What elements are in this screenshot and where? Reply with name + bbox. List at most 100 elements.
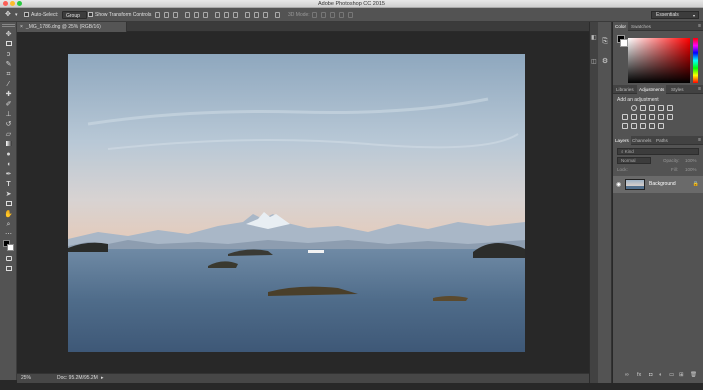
layer-background[interactable]: ◉ Background 🔒 [613, 176, 703, 193]
link-layers-icon[interactable]: ∞ [625, 372, 629, 378]
layer-filter-input[interactable]: ⌕ Kind [617, 148, 699, 155]
distribute-left-icon[interactable] [245, 12, 250, 18]
move-tool-icon[interactable]: ✥ [5, 8, 11, 22]
delete-layer-icon[interactable]: 🗑 [690, 372, 697, 378]
layer-style-icon[interactable]: fx [637, 372, 641, 378]
marquee-tool-icon[interactable] [4, 41, 13, 49]
tab-layers[interactable]: Layers [613, 136, 631, 145]
blend-mode-dropdown[interactable]: Normal [617, 157, 651, 164]
history-panel-icon[interactable]: ◧ [591, 34, 597, 41]
tab-adjustments[interactable]: Adjustments [637, 85, 667, 94]
lock-icon[interactable]: 🔒 [693, 181, 699, 187]
color-background-swatch[interactable] [620, 39, 628, 47]
layer-mask-icon[interactable]: ◘ [649, 372, 652, 378]
screen-mode-icon[interactable] [4, 266, 13, 274]
photo-filter-icon[interactable] [649, 114, 655, 120]
blur-tool-icon[interactable]: ● [4, 151, 13, 159]
threshold-icon[interactable] [640, 123, 646, 129]
document-tab[interactable]: × _MG_1786.dng @ 25% (RGB/16) [17, 22, 127, 32]
properties-icon[interactable]: ⚙ [601, 58, 609, 66]
status-menu-arrow-icon[interactable]: ▸ [101, 374, 104, 383]
exposure-icon[interactable] [658, 105, 664, 111]
type-tool-icon[interactable]: T [4, 181, 13, 189]
3d-rotate-icon[interactable] [312, 12, 317, 18]
posterize-icon[interactable] [631, 123, 637, 129]
black-white-icon[interactable] [640, 114, 646, 120]
tab-color[interactable]: Color [613, 22, 628, 31]
3d-roll-icon[interactable] [321, 12, 326, 18]
properties-panel-icon[interactable]: ◫ [591, 58, 597, 65]
brightness-contrast-icon[interactable] [631, 105, 637, 111]
dodge-tool-icon[interactable]: ◖ [4, 161, 13, 169]
3d-slide-icon[interactable] [339, 12, 344, 18]
color-picker-field[interactable] [628, 38, 690, 83]
fill-value[interactable]: 100% [685, 167, 697, 172]
color-balance-icon[interactable] [631, 114, 637, 120]
tab-channels[interactable]: Channels [632, 136, 651, 145]
align-left-icon[interactable] [185, 12, 190, 18]
vibrance-icon[interactable] [667, 105, 673, 111]
opacity-value[interactable]: 100% [685, 158, 697, 163]
selective-color-icon[interactable] [649, 123, 655, 129]
tab-libraries[interactable]: Libraries [616, 85, 634, 94]
channel-mixer-icon[interactable] [658, 114, 664, 120]
zoom-tool-icon[interactable]: ⌕ [4, 221, 13, 229]
color-lookup-icon[interactable] [667, 114, 673, 120]
zoom-level[interactable]: 25% [21, 374, 31, 383]
path-select-tool-icon[interactable]: ➤ [4, 191, 13, 199]
invert-icon[interactable] [622, 123, 628, 129]
align-horizontal-center-icon[interactable] [194, 12, 199, 18]
align-bottom-icon[interactable] [173, 12, 178, 18]
new-layer-icon[interactable]: ⊞ [679, 372, 684, 378]
curves-icon[interactable] [649, 105, 655, 111]
crop-tool-icon[interactable]: ⌗ [4, 71, 13, 79]
gradient-map-icon[interactable] [658, 123, 664, 129]
eraser-tool-icon[interactable]: ▱ [4, 131, 13, 139]
healing-brush-tool-icon[interactable]: ✚ [4, 91, 13, 99]
3d-scale-icon[interactable] [348, 12, 353, 18]
history-brush-tool-icon[interactable]: ↺ [4, 121, 13, 129]
quick-select-tool-icon[interactable]: ✎ [4, 61, 13, 69]
clone-stamp-tool-icon[interactable]: ⊥ [4, 111, 13, 119]
eyedropper-tool-icon[interactable]: ⁄ [4, 81, 13, 89]
quick-mask-icon[interactable] [4, 256, 13, 264]
distribute-hcenter-icon[interactable] [254, 12, 259, 18]
close-tab-icon[interactable]: × [20, 24, 23, 30]
3d-drag-icon[interactable] [330, 12, 335, 18]
brush-tool-icon[interactable]: ✐ [4, 101, 13, 109]
transform-controls-checkbox[interactable]: Show Transform Controls [88, 8, 151, 22]
hue-slider[interactable] [693, 38, 698, 83]
visibility-eye-icon[interactable]: ◉ [616, 181, 621, 188]
document-canvas[interactable] [18, 33, 589, 373]
distribute-center-icon[interactable] [224, 12, 229, 18]
levels-icon[interactable] [640, 105, 646, 111]
pen-tool-icon[interactable]: ✒ [4, 171, 13, 179]
gradient-tool-icon[interactable] [4, 141, 13, 149]
tab-paths[interactable]: Paths [656, 136, 668, 145]
panel-menu-icon[interactable]: ≡ [698, 137, 701, 143]
hue-saturation-icon[interactable] [622, 114, 628, 120]
panel-menu-icon[interactable]: ≡ [698, 86, 701, 92]
move-tool-icon[interactable]: ✥ [4, 31, 13, 39]
panel-menu-icon[interactable]: ≡ [698, 23, 701, 29]
auto-align-icon[interactable] [275, 12, 280, 18]
distribute-top-icon[interactable] [215, 12, 220, 18]
auto-select-dropdown[interactable]: Group [62, 8, 87, 22]
toolbar-grip[interactable] [2, 24, 15, 27]
distribute-right-icon[interactable] [263, 12, 268, 18]
lasso-tool-icon[interactable]: ↄ [4, 51, 13, 59]
new-group-icon[interactable]: ▭ [669, 372, 674, 378]
more-tools-icon[interactable]: ⋯ [4, 231, 13, 239]
workspace-switcher[interactable]: Essentials ▾ [651, 11, 699, 19]
background-color-swatch[interactable] [7, 244, 14, 251]
tool-preset-chevron-icon[interactable]: ▾ [15, 8, 18, 22]
rectangle-tool-icon[interactable] [4, 201, 13, 209]
tab-styles[interactable]: Styles [671, 85, 684, 94]
new-adjustment-layer-icon[interactable]: ◐ [659, 372, 662, 378]
auto-select-checkbox[interactable]: Auto-Select: [24, 8, 58, 22]
hand-tool-icon[interactable]: ✋ [4, 211, 13, 219]
history-icon[interactable]: ⎘ [601, 38, 609, 46]
align-vertical-center-icon[interactable] [164, 12, 169, 18]
align-right-icon[interactable] [203, 12, 208, 18]
tab-swatches[interactable]: Swatches [631, 22, 651, 31]
